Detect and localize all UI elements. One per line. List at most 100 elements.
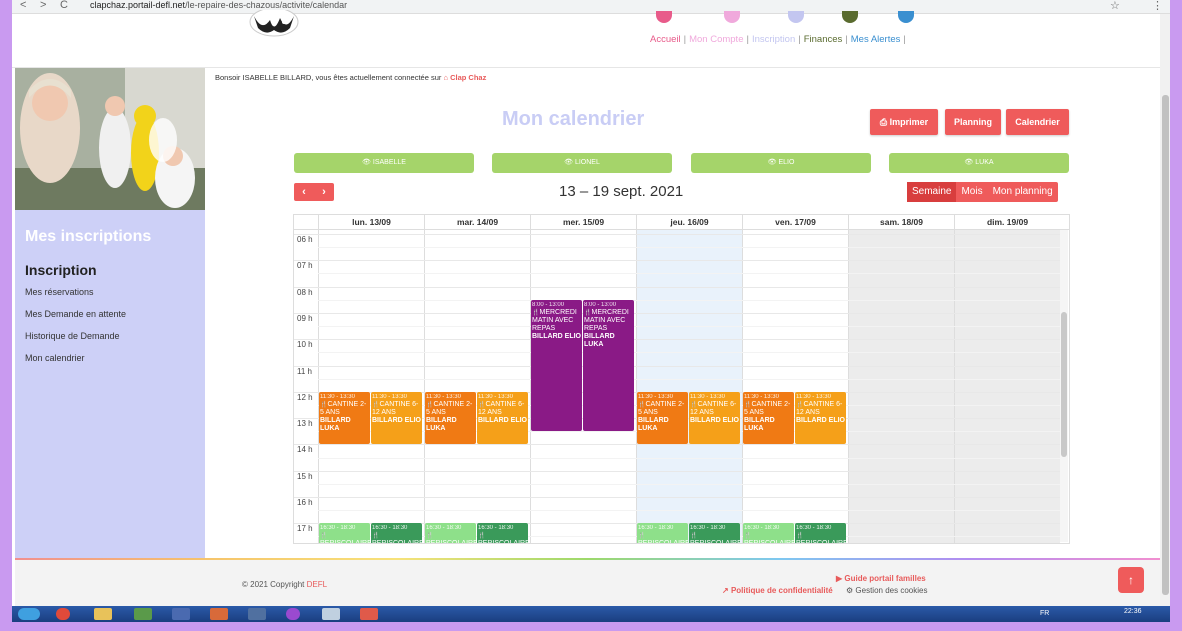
calendar-button[interactable]: Calendrier — [1006, 109, 1069, 135]
calendar-event[interactable]: 8:00 - 13:00 🍴MERCREDI MATIN AVEC REPAS BI… — [531, 299, 582, 432]
calendar-event[interactable]: 16:30 - 18:30🍴PERISCOLAIRE SOIRBILLARD L… — [371, 523, 422, 543]
hour-label: 17 h — [297, 524, 313, 534]
address-bar[interactable]: clapchaz.portail-defl.net/le-repaire-des… — [90, 0, 347, 10]
prev-week-button[interactable]: ‹ — [294, 183, 314, 201]
start-button-icon[interactable] — [18, 608, 40, 620]
day-header: mar. 14/09 — [424, 215, 530, 230]
nav-mon-compte[interactable]: Mon Compte — [689, 34, 743, 45]
calendar-event[interactable]: 11:30 - 13:30 🍴CANTINE 6-12 ANS BILLARD EL… — [795, 391, 846, 445]
back-icon[interactable]: < — [20, 0, 26, 11]
event-time: 11:30 - 13:30 — [426, 393, 461, 400]
nav-separator: | — [845, 34, 848, 45]
calendar-event[interactable]: 16:30 - 18:30🍴PERISCOLAIRE SOIRBILLARD L… — [795, 523, 846, 543]
event-time: 16:30 - 18:30 — [320, 525, 356, 532]
powerpoint-icon[interactable] — [210, 608, 228, 620]
child-button-lionel[interactable]: 👁 LIONEL — [492, 153, 672, 173]
child-label: LUKA — [975, 159, 994, 166]
scroll-top-button[interactable]: ↑ — [1118, 567, 1144, 593]
copyright: © 2021 Copyright DEFL — [242, 580, 327, 589]
hour-line — [294, 260, 1063, 262]
half-hour-line — [318, 247, 1063, 249]
event-title: PERISCOLAIRE SOIR — [320, 540, 370, 544]
event-title: CANTINE 6-12 ANS — [796, 400, 843, 416]
planning-button[interactable]: Planning — [945, 109, 1001, 135]
sidebar-link-calendar[interactable]: Mon calendrier — [25, 353, 85, 363]
calendar-event[interactable]: 8:00 - 13:00 🍴MERCREDI MATIN AVEC REPAS BI… — [583, 299, 634, 432]
eye-icon: 👁 — [564, 159, 575, 166]
print-button[interactable]: ⎙ Imprimer — [870, 109, 938, 135]
sidebar-link-pending[interactable]: Mes Demande en attente — [25, 309, 126, 319]
chrome-icon[interactable] — [56, 608, 70, 620]
reload-icon[interactable]: C — [60, 0, 68, 11]
calendar-event[interactable]: 16:30 - 18:30🍴PERISCOLAIRE SOIRBILLARD E… — [743, 523, 794, 544]
view-week-button[interactable]: Semaine — [907, 182, 957, 202]
child-button-elio[interactable]: 👁 ELIO — [691, 153, 871, 173]
child-button-luka[interactable]: 👁 LUKA — [889, 153, 1069, 173]
calendar-scroll-thumb[interactable] — [1061, 312, 1067, 457]
calendar-event[interactable]: 11:30 - 13:30 🍴CANTINE 6-12 ANS BILLARD EL… — [689, 391, 740, 445]
calendar-event[interactable]: 16:30 - 18:30🍴PERISCOLAIRE SOIRBILLARD L… — [689, 523, 740, 543]
calendar-event[interactable]: 11:30 - 13:30 🍴CANTINE 6-12 ANS BILLARD EL… — [477, 391, 528, 445]
hour-line — [294, 286, 1063, 288]
cutlery-icon: 🍴 — [690, 533, 698, 540]
view-month-button[interactable]: Mois — [956, 182, 987, 202]
app2-icon[interactable] — [322, 608, 340, 620]
nav-mes-alertes[interactable]: Mes Alertes — [851, 34, 901, 45]
event-title: PERISCOLAIRE SOIR — [744, 540, 794, 544]
nav-separator: | — [798, 34, 801, 45]
event-title: PERISCOLAIRE SOIR — [638, 540, 688, 544]
calendar-event[interactable]: 11:30 - 13:30 🍴CANTINE 2-5 ANS BILLARD LUK… — [319, 391, 370, 445]
event-person: BILLARD LUKA — [584, 332, 615, 348]
next-week-button[interactable]: › — [314, 183, 334, 201]
folder-icon[interactable] — [94, 608, 112, 620]
page-scroll-thumb[interactable] — [1162, 95, 1169, 595]
app3-icon[interactable] — [360, 608, 378, 620]
view-planning-button[interactable]: Mon planning — [988, 182, 1058, 202]
cutlery-icon: 🍴 — [638, 533, 646, 540]
hour-line — [294, 444, 1063, 446]
calendar-event[interactable]: 11:30 - 13:30 🍴CANTINE 6-12 ANS BILLARD EL… — [371, 391, 422, 445]
excel-icon[interactable] — [134, 608, 152, 620]
guide-link[interactable]: ▶ Guide portail familles — [836, 574, 926, 583]
media-icon[interactable] — [286, 608, 300, 620]
app-icon[interactable] — [248, 608, 266, 620]
calendar-event[interactable]: 16:30 - 18:30🍴PERISCOLAIRE SOIRBILLARD L… — [477, 523, 528, 543]
day-header: ven. 17/09 — [742, 215, 848, 230]
greeting-brand[interactable]: Clap Chaz — [450, 73, 486, 82]
day-header: sam. 18/09 — [848, 215, 954, 230]
copyright-brand[interactable]: DEFL — [307, 580, 327, 589]
calendar-event[interactable]: 16:30 - 18:30🍴PERISCOLAIRE SOIRBILLARD E… — [637, 523, 688, 544]
event-title: CANTINE 6-12 ANS — [372, 400, 419, 416]
event-title: CANTINE 6-12 ANS — [690, 400, 737, 416]
nav-accueil[interactable]: Accueil — [650, 34, 681, 45]
sidebar-link-history[interactable]: Historique de Demande — [25, 331, 120, 341]
calendar-event[interactable]: 11:30 - 13:30 🍴CANTINE 2-5 ANS BILLARD LUK… — [637, 391, 688, 445]
calendar-event[interactable]: 16:30 - 18:30🍴PERISCOLAIRE SOIRBILLARD E… — [425, 523, 476, 543]
sidebar-link-reservations[interactable]: Mes réservations — [25, 287, 94, 297]
event-time: 8:00 - 13:00 — [584, 301, 617, 308]
word-icon[interactable] — [172, 608, 190, 620]
event-person: BILLARD LUKA — [426, 416, 457, 432]
hour-label: 09 h — [297, 313, 313, 323]
hour-line — [294, 365, 1063, 367]
browser-menu-icon[interactable]: ⋮ — [1152, 0, 1163, 12]
nav-finances[interactable]: Finances — [804, 34, 843, 45]
windows-taskbar: FR 22:36 — [12, 606, 1170, 622]
gear-icon: ⚙ — [846, 586, 856, 595]
event-title: MERCREDI MATIN AVEC REPAS — [584, 308, 629, 332]
half-hour-line — [318, 326, 1063, 328]
nav-inscription[interactable]: Inscription — [752, 34, 795, 45]
calendar-event[interactable]: 11:30 - 13:30 🍴CANTINE 2-5 ANS BILLARD LUK… — [425, 391, 476, 445]
forward-icon[interactable]: > — [40, 0, 46, 11]
child-button-isabelle[interactable]: 👁 ISABELLE — [294, 153, 474, 173]
calendar-event[interactable]: 11:30 - 13:30 🍴CANTINE 2-5 ANS BILLARD LUK… — [743, 391, 794, 445]
cookies-link[interactable]: ⚙ Gestion des cookies — [846, 586, 927, 595]
language-indicator[interactable]: FR — [1040, 610, 1049, 617]
calendar-event[interactable]: 16:30 - 18:30🍴PERISCOLAIRE SOIRBILLARD E… — [319, 523, 370, 544]
site-logo[interactable] — [244, 10, 304, 50]
bookmark-star-icon[interactable]: ☆ — [1110, 0, 1120, 12]
event-title: CANTINE 2-5 ANS — [638, 400, 685, 416]
privacy-link[interactable]: ↗ Politique de confidentialité — [722, 586, 833, 595]
event-title: MERCREDI MATIN AVEC REPAS — [532, 308, 577, 332]
week-nav: ‹ › — [294, 183, 334, 201]
